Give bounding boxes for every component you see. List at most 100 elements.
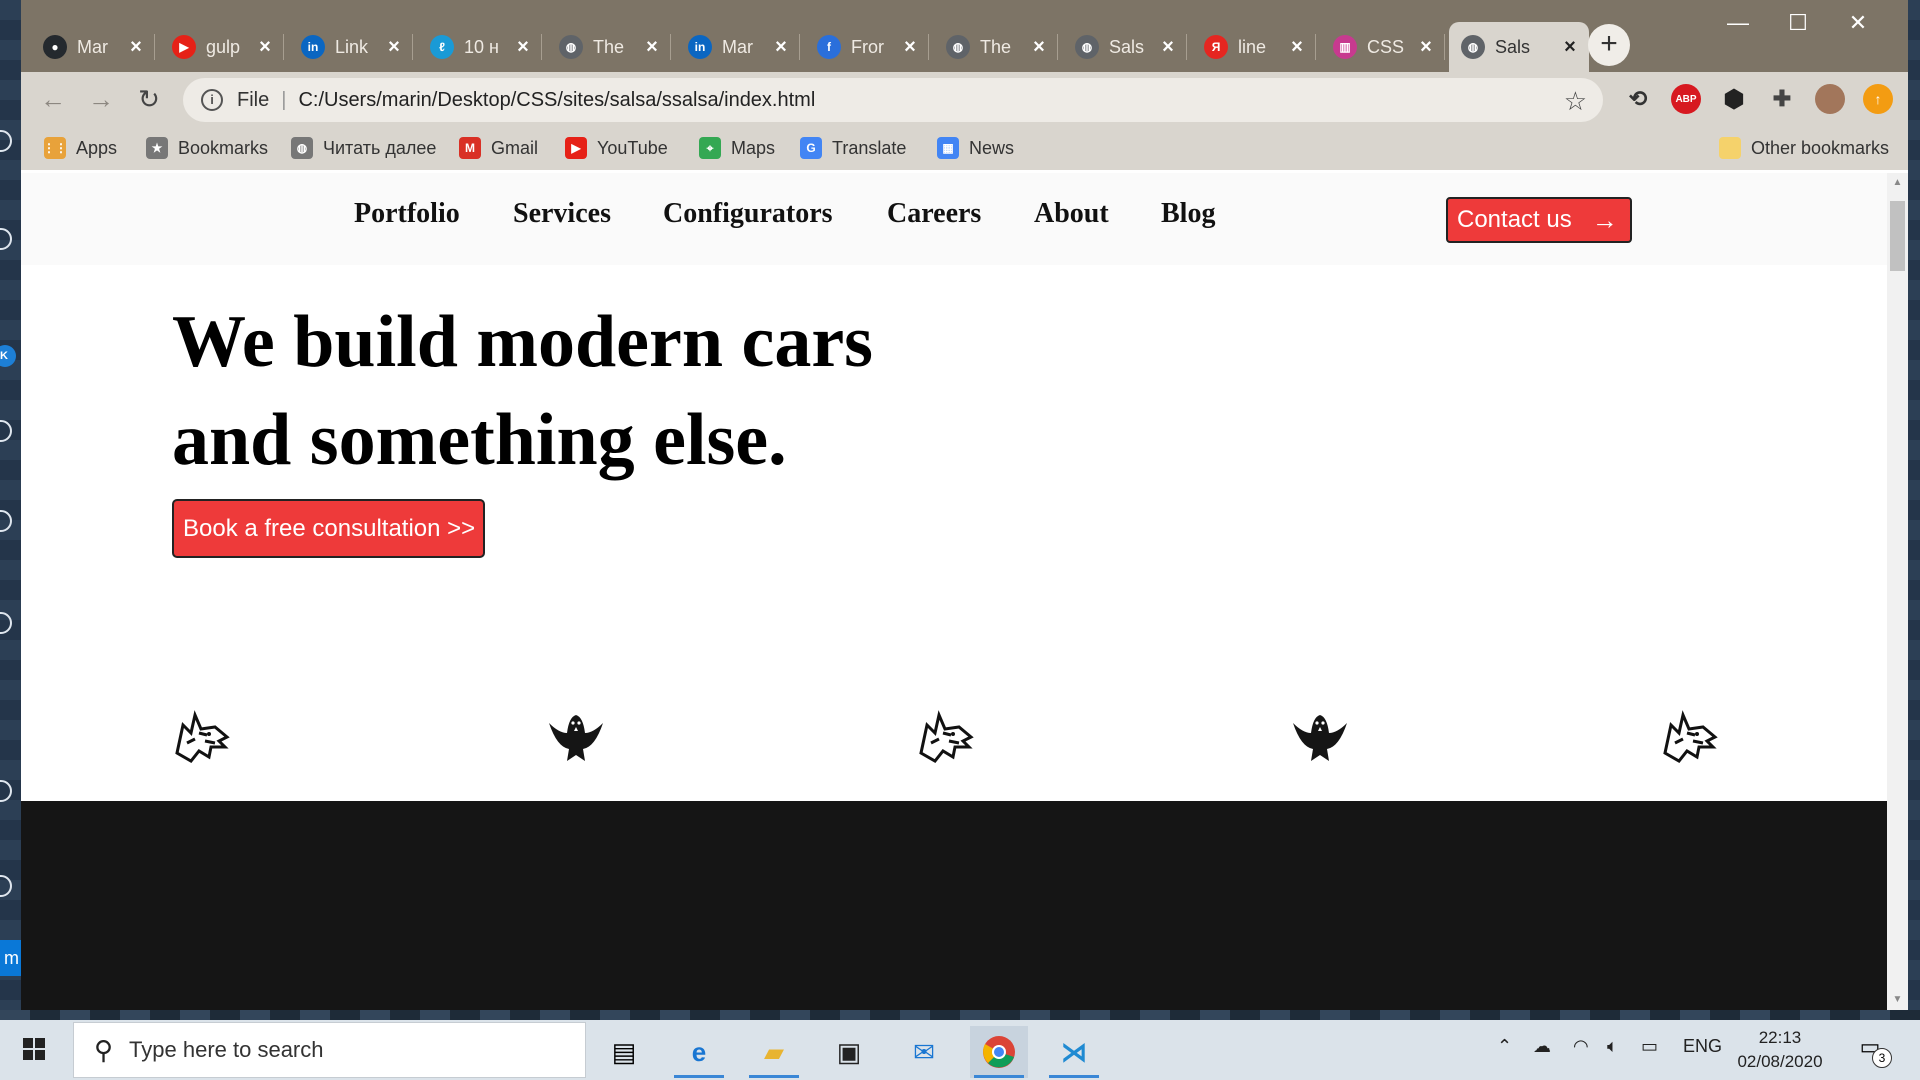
tab-title: Fror xyxy=(851,36,884,57)
youtube-icon: ▶ xyxy=(565,137,587,159)
close-tab-icon[interactable]: × xyxy=(127,36,145,59)
update-icon[interactable]: ↑ xyxy=(1863,84,1893,114)
wifi-icon[interactable]: ◠ xyxy=(1573,1036,1589,1057)
browser-tab[interactable]: ◍ The × xyxy=(934,22,1058,72)
site-info-icon[interactable]: i xyxy=(201,89,223,111)
volume-icon[interactable]: 🔈︎ xyxy=(1607,1036,1618,1057)
onedrive-icon[interactable]: ☁ xyxy=(1533,1036,1551,1057)
browser-tab[interactable]: ◍ Sals × xyxy=(1449,22,1589,72)
scroll-up-arrow[interactable]: ▲ xyxy=(1887,173,1908,193)
bookmark-item[interactable]: ▦ News xyxy=(937,134,1014,162)
profile-avatar[interactable] xyxy=(1815,84,1845,114)
close-tab-icon[interactable]: × xyxy=(256,36,274,59)
desktop-icon[interactable] xyxy=(0,510,12,532)
desktop-left-strip: K m xyxy=(0,0,21,1020)
close-tab-icon[interactable]: × xyxy=(1159,36,1177,59)
nav-about[interactable]: About xyxy=(1034,198,1109,230)
browser-tab[interactable]: in Mar × xyxy=(676,22,800,72)
chrome-icon[interactable] xyxy=(970,1026,1028,1078)
bookmark-item[interactable]: ⋮⋮ Apps xyxy=(43,134,117,162)
folder-icon xyxy=(1719,137,1741,159)
bookmark-item[interactable]: ⌖ Maps xyxy=(699,134,775,162)
tab-title: gulp xyxy=(206,36,241,57)
scroll-thumb[interactable] xyxy=(1890,201,1905,271)
back-button[interactable]: ← xyxy=(35,82,71,118)
desktop-icon[interactable] xyxy=(0,612,12,634)
adblock-icon[interactable]: ABP xyxy=(1671,84,1701,114)
tab-title: Mar xyxy=(722,36,753,57)
close-tab-icon[interactable]: × xyxy=(772,36,790,59)
address-bar[interactable]: i File | C:/Users/marin/Desktop/CSS/site… xyxy=(183,78,1603,122)
forward-button[interactable]: → xyxy=(83,82,119,118)
browser-tab[interactable]: in Link × xyxy=(289,22,413,72)
desktop-icon[interactable] xyxy=(0,420,12,442)
battery-icon[interactable]: ▭ xyxy=(1641,1036,1658,1057)
url-text[interactable]: C:/Users/marin/Desktop/CSS/sites/salsa/s… xyxy=(298,89,815,112)
other-bookmarks[interactable]: Other bookmarks xyxy=(1719,134,1889,162)
reload-button[interactable]: ↻ xyxy=(131,82,167,118)
language-indicator[interactable]: ENG xyxy=(1683,1036,1722,1057)
clock-date: 02/08/2020 xyxy=(1737,1052,1823,1071)
show-hidden-icons-icon[interactable]: ⌃ xyxy=(1497,1036,1512,1057)
bookmark-item[interactable]: ▶ YouTube xyxy=(565,134,668,162)
clock[interactable]: 22:13 02/08/2020 xyxy=(1735,1026,1825,1074)
contact-us-button[interactable]: Contact us → xyxy=(1446,197,1632,243)
bookmark-item[interactable]: M Gmail xyxy=(459,134,538,162)
bookmark-star-icon[interactable]: ☆ xyxy=(1564,86,1587,117)
bookmark-item[interactable]: ◍ Читать далее xyxy=(291,134,436,162)
browser-tab[interactable]: ◍ Sals × xyxy=(1063,22,1187,72)
dark-section xyxy=(21,801,1887,1010)
close-tab-icon[interactable]: × xyxy=(1417,36,1435,59)
taskbar-search[interactable]: ⚲ Type here to search xyxy=(73,1022,586,1078)
globe-icon: ◍ xyxy=(559,35,583,59)
nav-portfolio[interactable]: Portfolio xyxy=(354,198,460,230)
book-consultation-button[interactable]: Book a free consultation >> xyxy=(172,499,485,558)
globe-icon: ◍ xyxy=(946,35,970,59)
browser-tab[interactable]: Яline × xyxy=(1192,22,1316,72)
file-explorer-icon[interactable]: ▰ xyxy=(745,1026,803,1078)
close-window-button[interactable]: ✕ xyxy=(1828,8,1888,38)
close-tab-icon[interactable]: × xyxy=(1288,36,1306,59)
vscode-icon[interactable]: ⋊ xyxy=(1045,1026,1103,1078)
scroll-down-arrow[interactable]: ▼ xyxy=(1887,990,1908,1010)
close-tab-icon[interactable]: × xyxy=(901,36,919,59)
desktop-tag[interactable]: m xyxy=(0,940,21,976)
edge-icon[interactable]: e xyxy=(670,1026,728,1078)
action-center-icon[interactable]: ▭ 3 xyxy=(1852,1034,1892,1068)
start-button[interactable] xyxy=(15,1032,55,1068)
browser-tab[interactable]: f Fror × xyxy=(805,22,929,72)
globe-icon: ◍ xyxy=(1461,35,1485,59)
desktop-icon[interactable] xyxy=(0,130,12,152)
bookmark-item[interactable]: G Translate xyxy=(800,134,906,162)
task-view-icon[interactable]: ▤ xyxy=(595,1026,653,1078)
nav-careers[interactable]: Careers xyxy=(887,198,981,230)
cube-ext-icon[interactable]: ⬢ xyxy=(1719,84,1749,114)
desktop-icon[interactable] xyxy=(0,780,12,802)
vertical-scrollbar[interactable]: ▲ ▼ xyxy=(1887,173,1908,1010)
browser-tab[interactable]: ◍ The × xyxy=(547,22,671,72)
tab-separator xyxy=(1444,34,1445,60)
nav-services[interactable]: Services xyxy=(513,198,611,230)
refresh-ext-icon[interactable]: ⟲ xyxy=(1623,84,1653,114)
browser-tab[interactable]: ▶ gulp × xyxy=(160,22,284,72)
store-icon[interactable]: ▣ xyxy=(820,1026,878,1078)
desktop-icon[interactable] xyxy=(0,875,12,897)
bookmark-label: Bookmarks xyxy=(178,137,269,158)
close-tab-icon[interactable]: × xyxy=(514,36,532,59)
maximize-button[interactable]: ☐ xyxy=(1768,8,1828,38)
bookmark-item[interactable]: ★ Bookmarks xyxy=(146,134,268,162)
nav-blog[interactable]: Blog xyxy=(1161,198,1215,230)
minimize-button[interactable]: — xyxy=(1708,8,1768,38)
desktop-icon[interactable] xyxy=(0,228,12,250)
close-tab-icon[interactable]: × xyxy=(1561,36,1579,59)
close-tab-icon[interactable]: × xyxy=(385,36,403,59)
browser-tab[interactable]: ℓ 10 н × xyxy=(418,22,542,72)
close-tab-icon[interactable]: × xyxy=(1030,36,1048,59)
nav-configurators[interactable]: Configurators xyxy=(663,198,833,230)
new-tab-button[interactable]: + xyxy=(1588,24,1630,66)
close-tab-icon[interactable]: × xyxy=(643,36,661,59)
puzzle-icon[interactable]: ✚ xyxy=(1767,84,1797,114)
browser-tab[interactable]: ▥ CSS × xyxy=(1321,22,1445,72)
browser-tab[interactable]: ● Mar × xyxy=(31,22,155,72)
mail-icon[interactable]: ✉ xyxy=(895,1026,953,1078)
